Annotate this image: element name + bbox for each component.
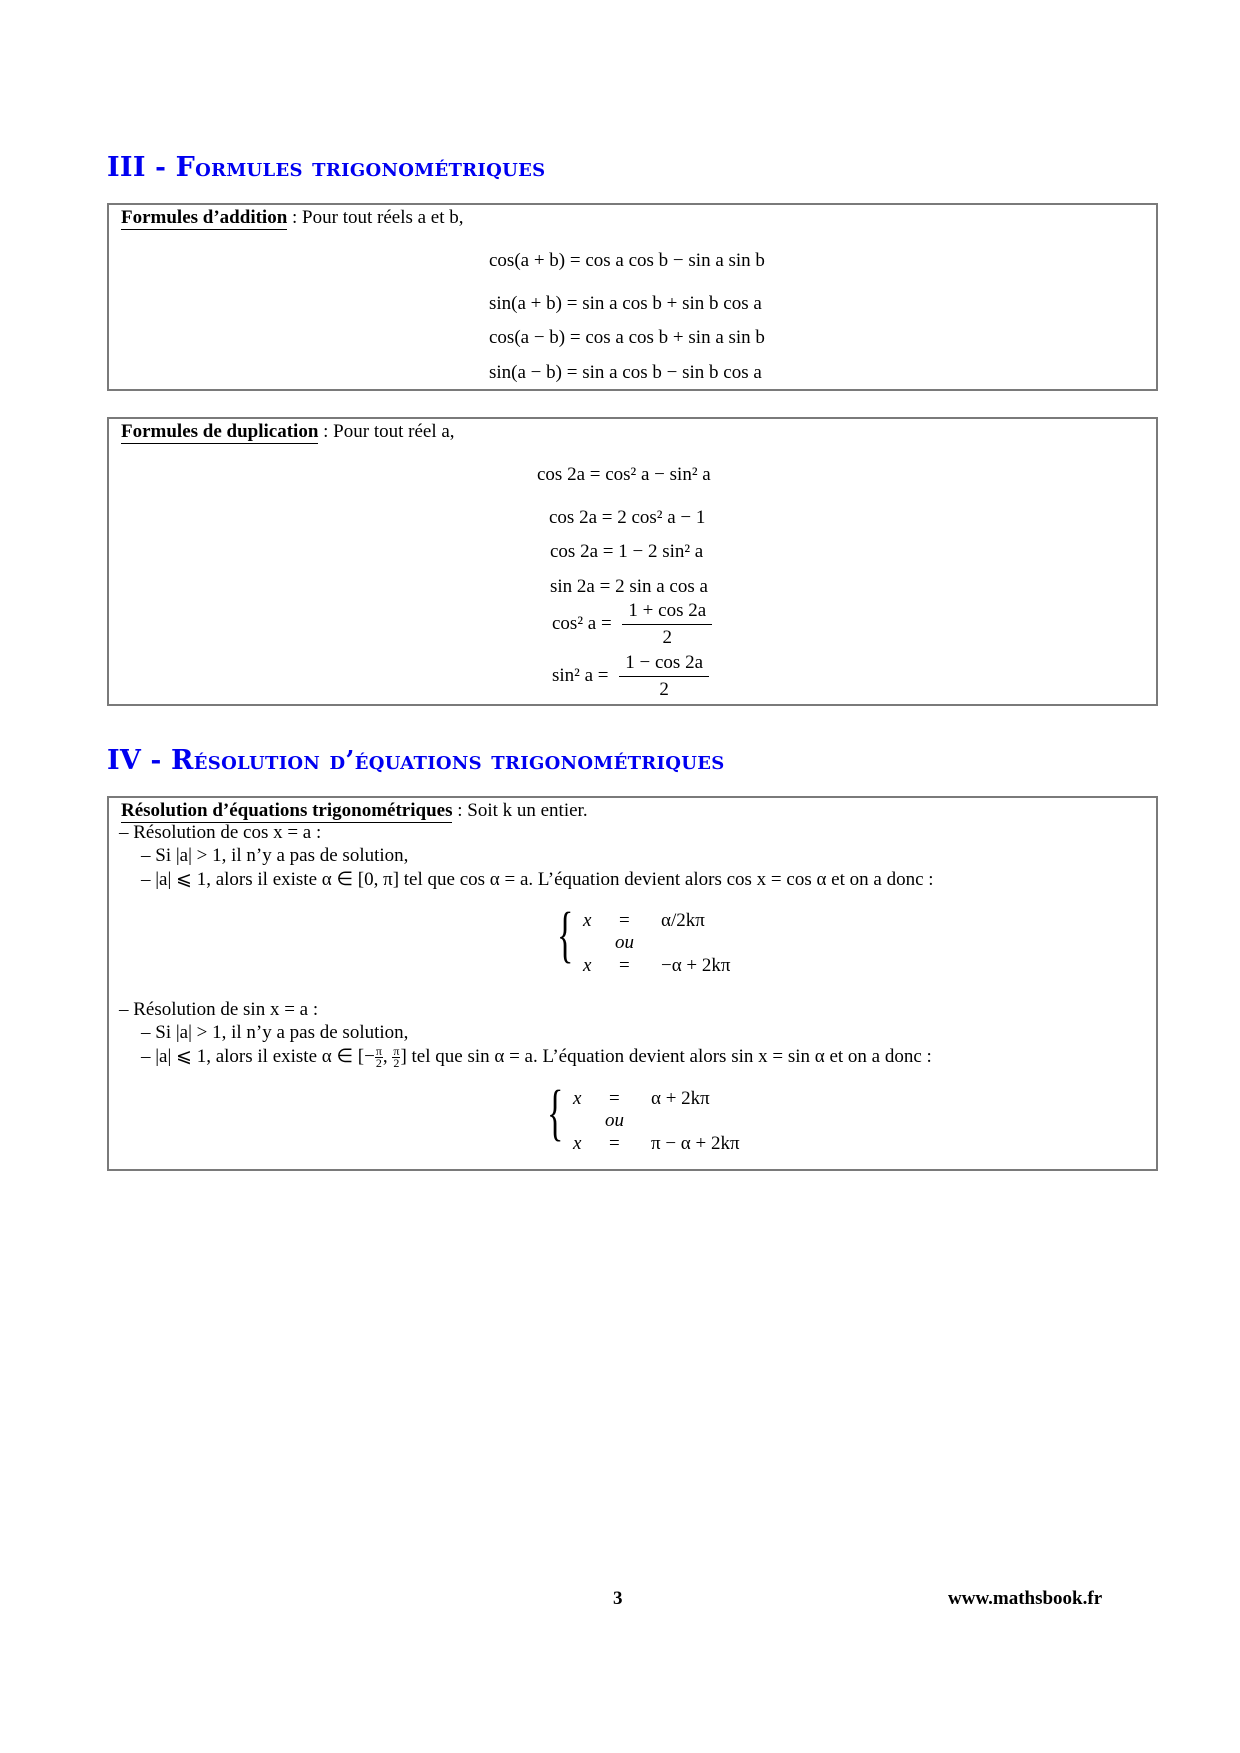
cos-case-no-solution: – Si |a| > 1, il n’y a pas de solution, (141, 845, 409, 866)
page-number: 3 (613, 1588, 623, 1609)
system-lhs: x (583, 910, 592, 931)
resolution-box-header: Résolution d’équations trigonométriques … (121, 800, 588, 823)
formula-sin-squared: sin² a = 1 − cos 2a 2 (552, 652, 710, 701)
system-operator: = (619, 955, 630, 976)
formula-cos2a-cos: cos 2a = 2 cos² a − 1 (549, 507, 706, 528)
addition-box-title: Formules d’addition (121, 207, 288, 230)
website-url: www.mathsbook.fr (948, 1588, 1103, 1609)
system-lhs: x (583, 955, 592, 976)
section-3-heading: III - Formules trigonométriques (107, 152, 545, 183)
section-4-heading: IV - Résolution d’équations trigonométri… (107, 745, 725, 776)
duplication-box-title: Formules de duplication (121, 421, 319, 444)
addition-box-header: Formules d’addition : Pour tout réels a … (121, 207, 464, 230)
duplication-box-header: Formules de duplication : Pour tout réel… (121, 421, 455, 444)
section-3-separator: - (155, 153, 167, 183)
system-lhs: x (573, 1133, 582, 1154)
left-brace: { (557, 901, 574, 969)
interval-separator: , (382, 1046, 393, 1067)
system-rhs: α/2kπ (661, 910, 705, 931)
system-lhs: x (573, 1088, 582, 1109)
resolution-box-title: Résolution d’équations trigonométriques (121, 800, 453, 823)
formula-sin2a: sin 2a = 2 sin a cos a (550, 576, 708, 597)
resolution-box: Résolution d’équations trigonométriques … (107, 796, 1158, 1171)
section-4-title-rest: ésolution d’équations trigonométriques (193, 746, 725, 776)
formula-cos2a-sin: cos 2a = 1 − 2 sin² a (550, 541, 704, 562)
duplication-formulas-box: Formules de duplication : Pour tout réel… (107, 417, 1158, 706)
sin-case-no-solution: – Si |a| > 1, il n’y a pas de solution, (141, 1022, 409, 1043)
system-or: ou (605, 1110, 624, 1131)
sin-case-solution-condition: – |a| ⩽ 1, alors il existe α ∈ [− π 2, π 2]… (141, 1045, 932, 1069)
system-rhs: α + 2kπ (651, 1088, 710, 1109)
section-3-number: III (107, 152, 146, 183)
resolution-box-intro: : Soit k un entier. (452, 800, 588, 821)
sin-case-heading: – Résolution de sin x = a : (119, 999, 319, 1020)
cos-case-heading: – Résolution de cos x = a : (119, 822, 322, 843)
pi-over-2-fraction: π2 (374, 1045, 383, 1071)
formula-sin-diff: sin(a − b) = sin a cos b − sin b cos a (489, 362, 762, 383)
section-4-separator: - (150, 746, 162, 776)
sin-solution-system: { x = α + 2kπ ou x = π − α + 2kπ (547, 1082, 787, 1158)
formula-cos-sum: cos(a + b) = cos a cos b − sin a sin b (489, 250, 765, 271)
system-operator: = (619, 910, 630, 931)
system-rhs: π − α + 2kπ (651, 1133, 740, 1154)
sin-squared-fraction: 1 − cos 2a 2 (619, 652, 710, 701)
formula-sin-sum: sin(a + b) = sin a cos b + sin b cos a (489, 293, 762, 314)
cos-solution-system: { x = α/2kπ ou x = −α + 2kπ (557, 904, 777, 980)
formula-cos-diff: cos(a − b) = cos a cos b + sin a sin b (489, 327, 765, 348)
cos-case-solution-condition: – |a| ⩽ 1, alors il existe α ∈ [0, π] te… (141, 869, 934, 890)
fraction-denominator: 2 (659, 679, 669, 700)
sin-squared-lhs: sin² a = (552, 664, 609, 686)
addition-formulas-box: Formules d’addition : Pour tout réels a … (107, 203, 1158, 391)
left-brace: { (547, 1079, 564, 1147)
section-4-title-initial: R (171, 745, 194, 776)
system-operator: = (609, 1133, 620, 1154)
cos-squared-fraction: 1 + cos 2a 2 (622, 600, 713, 649)
system-rhs: −α + 2kπ (661, 955, 731, 976)
system-operator: = (609, 1088, 620, 1109)
fraction-denominator: 2 (662, 627, 673, 648)
formula-cos-squared: cos² a = 1 + cos 2a 2 (552, 600, 713, 649)
section-4-number: IV (107, 745, 142, 776)
system-or: ou (615, 932, 634, 953)
fraction-denominator: 2 (375, 1056, 382, 1071)
fraction-numerator: 1 + cos 2a (622, 600, 713, 625)
condition-text-end: ] tel que sin α = a. L’équation devient … (400, 1046, 932, 1067)
fraction-numerator: 1 − cos 2a (619, 652, 710, 677)
formula-cos2a-diff-squares: cos 2a = cos² a − sin² a (537, 464, 711, 485)
condition-text-start: – |a| ⩽ 1, alors il existe α ∈ [− (141, 1046, 375, 1067)
section-3-title-rest: ormules trigonométriques (195, 153, 546, 183)
section-3-title-initial: F (175, 152, 196, 183)
duplication-box-intro: : Pour tout réel a, (318, 421, 455, 442)
cos-squared-lhs: cos² a = (552, 612, 612, 634)
addition-box-intro: : Pour tout réels a et b, (287, 207, 464, 228)
